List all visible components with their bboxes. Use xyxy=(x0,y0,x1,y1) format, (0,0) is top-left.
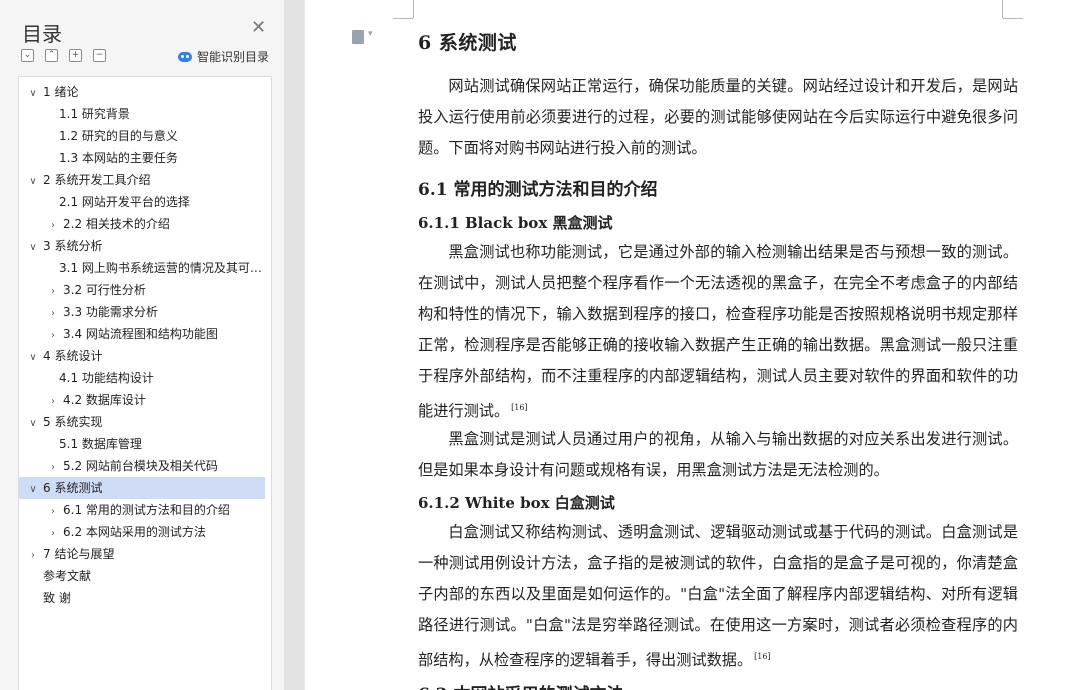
chapter-heading: 6 系统测试 xyxy=(418,32,517,54)
chevron-down-icon[interactable]: ∨ xyxy=(27,83,39,103)
smart-toc-button[interactable]: 智能识别目录 xyxy=(178,48,269,65)
chevron-right-icon[interactable]: › xyxy=(47,215,59,235)
paragraph-black-box: 黑盒测试也称功能测试，它是通过外部的输入检测输出结果是否与预想一致的测试。在测试… xyxy=(418,237,1018,427)
chevron-right-icon[interactable]: › xyxy=(47,303,59,323)
toc-item[interactable]: 1.2 研究的目的与意义 xyxy=(19,125,265,147)
chevron-down-icon[interactable]: ∨ xyxy=(27,413,39,433)
toc-item-label: 6.2 本网站采用的测试方法 xyxy=(63,525,206,539)
toc-item-label: 参考文献 xyxy=(43,569,92,583)
remove-heading-icon[interactable]: − xyxy=(93,49,106,62)
toc-item-label: 3.1 网上购书系统运营的情况及其可行性 xyxy=(59,261,265,275)
paragraph-black-box-2: 黑盒测试是测试人员通过用户的视角，从输入与输出数据的对应关系出发进行测试。但是如… xyxy=(418,430,1018,479)
collapse-all-icon[interactable]: ⌃ xyxy=(45,49,58,62)
citation[interactable]: [16] xyxy=(511,403,527,412)
toc-list: ∨ 1 绪论 1.1 研究背景 1.2 研究的目的与意义 1.3 本网站的主要任务 ∨ 2 … xyxy=(18,76,272,690)
toc-item-label: 1.2 研究的目的与意义 xyxy=(59,129,178,143)
chevron-right-icon[interactable]: › xyxy=(47,281,59,301)
toc-title: 目录 xyxy=(22,22,62,46)
citation[interactable]: [16] xyxy=(754,652,770,661)
chevron-right-icon[interactable]: › xyxy=(47,501,59,521)
add-heading-icon[interactable]: + xyxy=(69,49,82,62)
toc-item-label: 3 系统分析 xyxy=(43,239,103,253)
panel-divider[interactable] xyxy=(284,0,304,690)
chevron-down-icon[interactable]: ∨ xyxy=(27,237,39,257)
toc-item[interactable]: 1.1 研究背景 xyxy=(19,103,265,125)
toc-item-label: 1.3 本网站的主要任务 xyxy=(59,151,178,165)
ai-bot-icon xyxy=(178,51,192,62)
toc-item[interactable]: › 6.2 本网站采用的测试方法 xyxy=(19,521,265,543)
paragraph-intro: 网站测试确保网站正常运行，确保功能质量的关键。网站经过设计和开发后，是网站投入运… xyxy=(418,77,1018,157)
subsection-heading-6-1-2: 6.1.2 White box 白盒测试 xyxy=(418,494,615,512)
toc-panel: 目录 ✕ ⌄ ⌃ + − 智能识别目录 ∨ 1 绪论 1.1 研究背景 1.2 研究的… xyxy=(0,0,284,690)
subsection-heading-6-1-1: 6.1.1 Black box 黑盒测试 xyxy=(418,214,613,232)
toc-item[interactable]: › 4.2 数据库设计 xyxy=(19,389,265,411)
toc-item-label: 6 系统测试 xyxy=(43,481,103,495)
toc-item-label: 5.1 数据库管理 xyxy=(59,437,142,451)
toc-item[interactable]: 参考文献 xyxy=(19,565,265,587)
toc-item-label: 3.3 功能需求分析 xyxy=(63,305,158,319)
toc-item-label: 2.2 相关技术的介绍 xyxy=(63,217,170,231)
section-heading-6-2: 6.2 本网站采用的测试方法 xyxy=(418,680,624,690)
expand-all-icon[interactable]: ⌄ xyxy=(21,49,34,62)
close-icon[interactable]: ✕ xyxy=(251,17,266,39)
toc-item-label: 3.4 网站流程图和结构功能图 xyxy=(63,327,218,341)
toc-item[interactable]: › 7 结论与展望 xyxy=(19,543,265,565)
document-icon[interactable] xyxy=(352,29,373,44)
chevron-right-icon[interactable]: › xyxy=(47,391,59,411)
toc-item[interactable]: ∨ 3 系统分析 xyxy=(19,235,265,257)
chevron-down-icon[interactable]: ∨ xyxy=(27,171,39,191)
section-heading-6-1: 6.1 常用的测试方法和目的介绍 xyxy=(418,180,658,200)
toc-item[interactable]: › 2.2 相关技术的介绍 xyxy=(19,213,265,235)
chevron-right-icon[interactable]: › xyxy=(47,325,59,345)
paragraph-white-box: 白盒测试又称结构测试、透明盒测试、逻辑驱动测试或基于代码的测试。白盒测试是一种测… xyxy=(418,517,1018,676)
toc-item-label: 1.1 研究背景 xyxy=(59,107,130,121)
toc-item-label: 6.1 常用的测试方法和目的介绍 xyxy=(63,503,230,517)
toc-item-label: 1 绪论 xyxy=(43,85,79,99)
toc-item[interactable]: › 3.3 功能需求分析 xyxy=(19,301,265,323)
toc-item[interactable]: 致 谢 xyxy=(19,587,265,609)
page-margin-corner-right xyxy=(1002,0,1023,19)
document-page: 6 系统测试 网站测试确保网站正常运行，确保功能质量的关键。网站经过设计和开发后… xyxy=(305,0,1081,690)
page-margin-corner-left xyxy=(393,0,414,19)
toc-item[interactable]: 4.1 功能结构设计 xyxy=(19,367,265,389)
chevron-down-icon[interactable]: ∨ xyxy=(27,479,39,499)
toc-item[interactable]: ∨ 5 系统实现 xyxy=(19,411,265,433)
toc-item-label: 5.2 网站前台模块及相关代码 xyxy=(63,459,218,473)
paragraph-black-box-text: 黑盒测试也称功能测试，它是通过外部的输入检测输出结果是否与预想一致的测试。在测试… xyxy=(418,243,1018,420)
toc-item-label: 5 系统实现 xyxy=(43,415,103,429)
toc-item-label: 2.1 网站开发平台的选择 xyxy=(59,195,190,209)
toc-item-label: 7 结论与展望 xyxy=(43,547,115,561)
toc-item[interactable]: ∨ 1 绪论 xyxy=(19,81,265,103)
toc-item[interactable]: 5.1 数据库管理 xyxy=(19,433,265,455)
toc-item[interactable]: › 3.2 可行性分析 xyxy=(19,279,265,301)
chevron-down-icon[interactable]: ∨ xyxy=(27,347,39,367)
toc-item-label: 4.2 数据库设计 xyxy=(63,393,146,407)
toc-item-label: 2 系统开发工具介绍 xyxy=(43,173,151,187)
toc-item[interactable]: › 3.4 网站流程图和结构功能图 xyxy=(19,323,265,345)
chevron-right-icon[interactable]: › xyxy=(47,457,59,477)
paragraph-white-box-text: 白盒测试又称结构测试、透明盒测试、逻辑驱动测试或基于代码的测试。白盒测试是一种测… xyxy=(418,523,1018,669)
toc-item[interactable]: 3.1 网上购书系统运营的情况及其可行性 xyxy=(19,257,265,279)
smart-toc-label: 智能识别目录 xyxy=(197,50,270,64)
toc-item-label: 致 谢 xyxy=(43,591,71,605)
toc-item-label: 4 系统设计 xyxy=(43,349,103,363)
toc-item[interactable]: › 6.1 常用的测试方法和目的介绍 xyxy=(19,499,265,521)
chevron-right-icon[interactable]: › xyxy=(27,545,39,565)
toc-item[interactable]: 2.1 网站开发平台的选择 xyxy=(19,191,265,213)
toc-item[interactable]: ∨ 4 系统设计 xyxy=(19,345,265,367)
toc-item[interactable]: › 5.2 网站前台模块及相关代码 xyxy=(19,455,265,477)
toc-item[interactable]: ∨ 2 系统开发工具介绍 xyxy=(19,169,265,191)
chevron-right-icon[interactable]: › xyxy=(47,523,59,543)
toc-item-label: 3.2 可行性分析 xyxy=(63,283,146,297)
toc-item[interactable]: 1.3 本网站的主要任务 xyxy=(19,147,265,169)
toc-item[interactable]: ∨ 6 系统测试 xyxy=(19,477,265,499)
toc-item-label: 4.1 功能结构设计 xyxy=(59,371,154,385)
